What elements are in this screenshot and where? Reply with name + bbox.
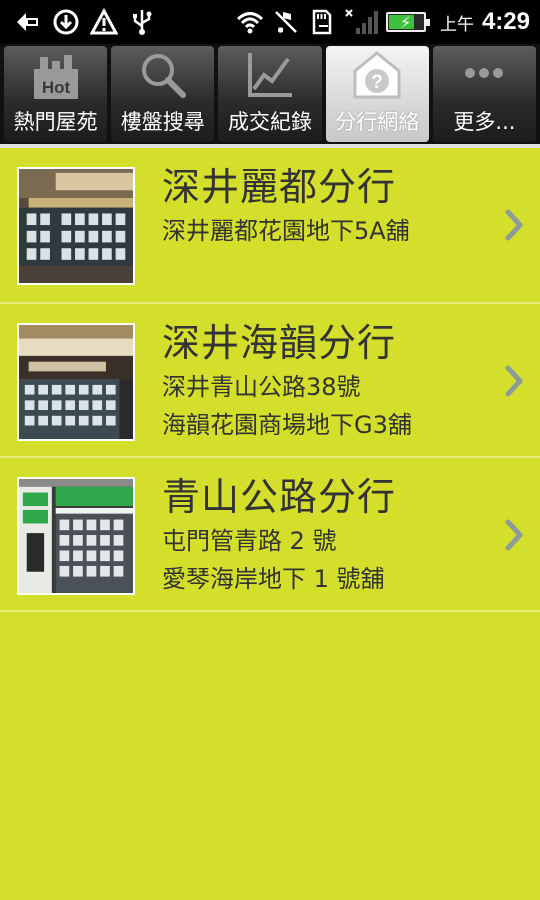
download-icon [52, 7, 80, 37]
chevron-right-icon [505, 365, 523, 397]
tab-label: 分行網絡 [335, 110, 420, 134]
chevron-right-icon [505, 209, 523, 241]
clock-ampm: 上午 [439, 14, 474, 35]
branch-address-line: 屯門管青路 2 號 [162, 527, 337, 555]
no-signal-icon [344, 7, 378, 37]
tab-bar: Hot 熱門屋苑 樓盤搜尋 成交紀錄 ? 分行網絡 更多... [0, 44, 540, 148]
branch-name: 深井麗都分行 [162, 165, 397, 209]
tab-label: 熱門屋苑 [13, 110, 98, 134]
svg-text:?: ? [371, 72, 383, 93]
hot-buildings-icon: Hot [26, 46, 86, 104]
tab-branch-network[interactable]: ? 分行網絡 [325, 46, 429, 142]
branch-info: 深井麗都分行 深井麗都花園地下5A舖 [162, 162, 492, 250]
search-icon [133, 46, 193, 104]
clock-time: 4:29 [481, 8, 530, 35]
branch-address-line: 愛琴海岸地下 1 號舖 [162, 565, 385, 593]
charging-bolt-icon: ⚡ [399, 13, 412, 32]
back-arrow-icon [14, 7, 42, 37]
branch-photo-icon [17, 477, 135, 595]
svg-text:Hot: Hot [41, 78, 70, 97]
usb-icon [128, 7, 156, 37]
tab-label: 樓盤搜尋 [120, 110, 205, 134]
wifi-icon [236, 7, 264, 37]
tab-more[interactable]: 更多... [432, 46, 537, 142]
tab-property-search[interactable]: 樓盤搜尋 [111, 46, 215, 142]
branch-list-item[interactable]: 深井麗都分行 深井麗都花園地下5A舖 [0, 148, 540, 304]
branch-list-item[interactable]: 青山公路分行 屯門管青路 2 號 愛琴海岸地下 1 號舖 [0, 458, 540, 612]
line-chart-icon [240, 46, 300, 104]
branch-photo-icon [17, 167, 135, 285]
branch-name: 青山公路分行 [162, 475, 397, 519]
tab-transactions[interactable]: 成交紀錄 [218, 46, 322, 142]
branch-address-line: 深井麗都花園地下5A舖 [162, 217, 410, 245]
tab-hot-estates[interactable]: Hot 熱門屋苑 [4, 46, 108, 142]
house-question-icon: ? [347, 46, 407, 104]
branch-list-item[interactable]: 深井海韻分行 深井青山公路38號 海韻花園商場地下G3舖 [0, 304, 540, 458]
alert-triangle-icon [90, 7, 118, 37]
tab-label: 更多... [453, 110, 516, 134]
branch-name: 深井海韻分行 [162, 321, 397, 365]
branch-photo-icon [17, 323, 135, 441]
sd-card-icon [308, 7, 336, 37]
chevron-right-icon [505, 519, 523, 551]
branch-list: 深井麗都分行 深井麗都花園地下5A舖 深井海韻分行 深井青山公路38號 海韻花園… [0, 148, 540, 612]
battery-icon: ⚡ [385, 12, 430, 32]
branch-address-line: 深井青山公路38號 [162, 373, 361, 401]
branch-address-line: 海韻花園商場地下G3舖 [162, 411, 412, 439]
branch-info: 深井海韻分行 深井青山公路38號 海韻花園商場地下G3舖 [162, 318, 492, 444]
status-bar: ⚡ 上午 4:29 [0, 0, 540, 44]
tab-label: 成交紀錄 [228, 110, 312, 134]
branch-info: 青山公路分行 屯門管青路 2 號 愛琴海岸地下 1 號舖 [162, 472, 492, 598]
no-sound-icon [272, 7, 300, 37]
more-dots-icon [454, 46, 514, 104]
